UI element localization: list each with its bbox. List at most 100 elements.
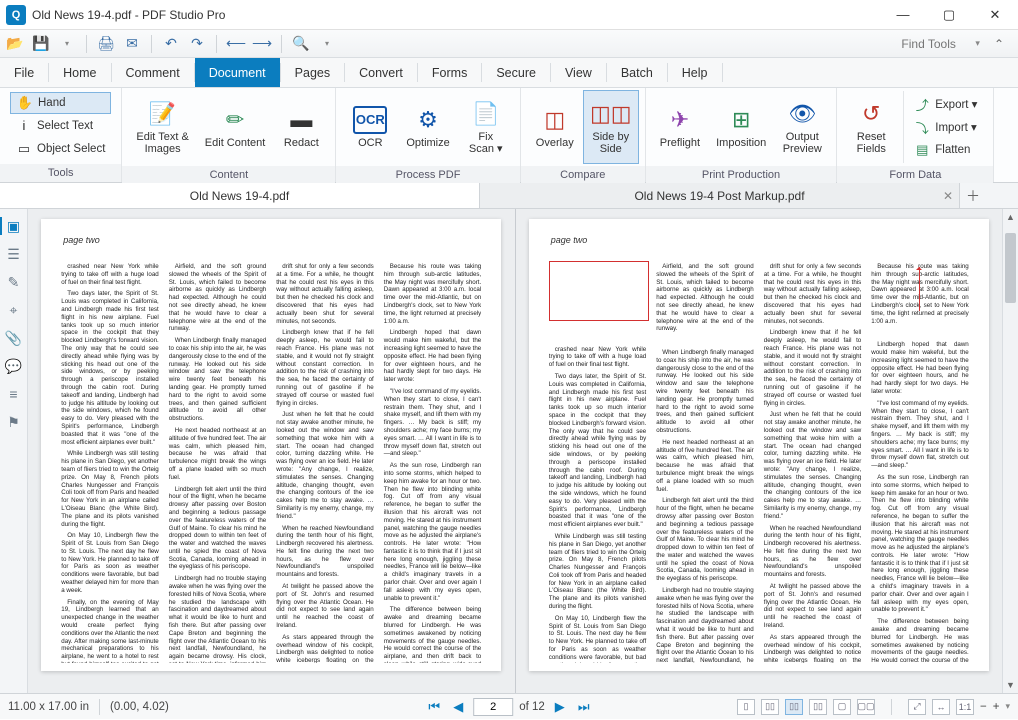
next-view-icon[interactable]: ⟶	[253, 35, 271, 53]
hand-tool[interactable]: ✋Hand	[10, 92, 111, 114]
outputpreview-button[interactable]: 👁 OutputPreview	[774, 90, 830, 164]
fit-page-view[interactable]: ⤢	[908, 699, 926, 715]
first-page-button[interactable]: ⏮	[425, 698, 443, 716]
scroll-thumb[interactable]	[1005, 233, 1016, 303]
menu-forms[interactable]: Forms	[418, 58, 481, 87]
menu-help[interactable]: Help	[668, 58, 722, 87]
export-button[interactable]: ⤴Export ▾	[908, 93, 983, 115]
zoom-out-button[interactable]: −	[980, 701, 987, 713]
facing-continuous-view[interactable]: ▯▯	[809, 699, 827, 715]
redact-button[interactable]: ▬Redact	[273, 90, 329, 164]
scroll-down-icon[interactable]: ▼	[1003, 677, 1018, 693]
optimize-icon: ⚙	[414, 106, 442, 134]
preflight-button[interactable]: ✈Preflight	[652, 90, 708, 164]
menu-comment[interactable]: Comment	[112, 58, 194, 87]
redo-icon[interactable]: ↷	[188, 35, 206, 53]
imposition-button[interactable]: ⊞Imposition	[708, 90, 774, 164]
overlay-icon: ◫	[541, 106, 569, 134]
facing-view[interactable]: ▯▯	[785, 699, 803, 715]
zoom-in-button[interactable]: +	[993, 701, 1000, 713]
objsel-tool[interactable]: ▭Object Select	[10, 138, 111, 160]
ribbon-group-label: Tools	[0, 164, 121, 182]
next-page-button[interactable]: ▶	[551, 698, 569, 716]
email-icon[interactable]: ✉	[123, 35, 141, 53]
zoom-tool-icon[interactable]: 🔍	[292, 35, 310, 53]
comments-panel-icon[interactable]: 💬	[5, 357, 23, 375]
attachments-panel-icon[interactable]: 📎	[5, 329, 23, 347]
layers-panel-icon[interactable]: ≡	[5, 385, 23, 403]
import-icon: ⤵	[914, 119, 930, 135]
outputpreview-label: OutputPreview	[783, 131, 822, 155]
tags-panel-icon[interactable]: ⚑	[5, 413, 23, 431]
fixscan-button[interactable]: 📄FixScan ▾	[458, 90, 514, 164]
preflight-label: Preflight	[660, 137, 700, 149]
fixscan-icon: 📄	[472, 100, 500, 128]
doc-tab-0[interactable]: Old News 19-4.pdf	[0, 183, 480, 208]
left-page-pane[interactable]: page two crashed near New York while try…	[28, 209, 515, 693]
menu-convert[interactable]: Convert	[345, 58, 417, 87]
bookmarks-panel-icon[interactable]: ☰	[5, 245, 23, 263]
undo-icon[interactable]: ↶	[162, 35, 180, 53]
page-number-input[interactable]	[473, 698, 513, 716]
prev-page-button[interactable]: ◀	[449, 698, 467, 716]
minimize-button[interactable]: —	[880, 0, 926, 30]
zoom-dropdown[interactable]: ▾	[1005, 701, 1010, 712]
ribbon-group-label: Process PDF	[336, 166, 519, 184]
find-tools-dropdown[interactable]: ▾	[975, 38, 980, 49]
destinations-panel-icon[interactable]: ⌖	[5, 301, 23, 319]
flatten-button[interactable]: ▤Flatten	[908, 139, 983, 161]
right-page-pane[interactable]: page two .......crashed near New York wh…	[515, 209, 1003, 693]
cover-continuous-view[interactable]: ▢▢	[857, 699, 875, 715]
close-button[interactable]: ✕	[972, 0, 1018, 30]
print-icon[interactable]: 🖨	[97, 35, 115, 53]
scroll-up-icon[interactable]: ▲	[1003, 209, 1018, 225]
overlay-button[interactable]: ◫Overlay	[527, 90, 583, 164]
single-continuous-view[interactable]: ▯▯	[761, 699, 779, 715]
save-dropdown[interactable]: ▾	[58, 35, 76, 53]
editcontent-icon: ✏	[221, 106, 249, 134]
menu-view[interactable]: View	[551, 58, 606, 87]
menu-home[interactable]: Home	[49, 58, 110, 87]
pages-panel-icon[interactable]: ▣	[0, 217, 27, 235]
markup-arrow[interactable]	[919, 267, 920, 311]
new-tab-button[interactable]: ＋	[960, 183, 986, 208]
export-label: Export ▾	[935, 97, 977, 111]
actual-size-view[interactable]: 1:1	[956, 699, 974, 715]
maximize-button[interactable]: ▢	[926, 0, 972, 30]
edittext-button[interactable]: 📝Edit Text &Images	[128, 90, 196, 164]
last-page-button[interactable]: ⏭	[575, 698, 593, 716]
sidebyside-button[interactable]: ◫◫Side bySide	[583, 90, 639, 164]
resetfields-button[interactable]: ↺ResetFields	[843, 90, 899, 164]
tab-close-icon[interactable]: ✕	[943, 189, 953, 203]
ocr-button[interactable]: OCROCR	[342, 90, 398, 164]
open-icon[interactable]: 📂	[6, 35, 24, 53]
signatures-panel-icon[interactable]: ✎	[5, 273, 23, 291]
menu-document[interactable]: Document	[195, 58, 280, 87]
menu-file[interactable]: File	[0, 58, 48, 87]
flatten-label: Flatten	[935, 144, 970, 156]
resetfields-icon: ↺	[857, 100, 885, 128]
menu-secure[interactable]: Secure	[482, 58, 550, 87]
single-page-view[interactable]: ▯	[737, 699, 755, 715]
prev-view-icon[interactable]: ⟵	[227, 35, 245, 53]
import-button[interactable]: ⤵Import ▾	[908, 116, 983, 138]
save-icon[interactable]: 💾	[32, 35, 50, 53]
vertical-scrollbar[interactable]: ▲ ▼	[1002, 209, 1018, 693]
ribbon-group-label: Form Data	[837, 166, 993, 184]
cover-view[interactable]: ▢	[833, 699, 851, 715]
find-tools-input[interactable]	[901, 37, 971, 51]
doc-tab-1[interactable]: Old News 19-4 Post Markup.pdf ✕	[480, 183, 960, 208]
markup-rectangle[interactable]	[549, 261, 649, 321]
outputpreview-icon: 👁	[788, 100, 816, 128]
sidebyside-label: Side bySide	[592, 131, 629, 155]
menu-batch[interactable]: Batch	[607, 58, 667, 87]
seltext-tool[interactable]: ᎥSelect Text	[10, 115, 111, 137]
ribbon-collapse-icon[interactable]: ⌃	[994, 37, 1004, 51]
fit-width-view[interactable]: ↔	[932, 699, 950, 715]
menu-pages[interactable]: Pages	[281, 58, 344, 87]
qat-more[interactable]: ▾	[318, 35, 336, 53]
editcontent-button[interactable]: ✏Edit Content	[197, 90, 274, 164]
optimize-button[interactable]: ⚙Optimize	[398, 90, 457, 164]
seltext-label: Select Text	[37, 120, 93, 132]
ocr-icon: OCR	[353, 106, 387, 134]
